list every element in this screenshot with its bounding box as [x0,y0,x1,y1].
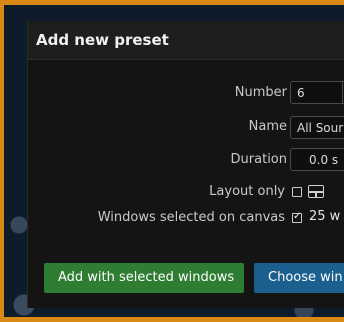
duration-input[interactable]: 0.0 s [290,148,344,171]
choose-windows-button[interactable]: Choose win [254,263,344,293]
add-with-selected-windows-button[interactable]: Add with selected windows [44,263,244,293]
number-value: 6 [297,86,305,100]
number-label: Number [234,85,287,100]
name-label: Name [248,119,287,134]
duration-label: Duration [230,152,287,167]
windows-selected-count: 25 w [309,209,341,224]
add-preset-dialog: Add new preset Number 6 Name All Sour Du… [27,21,344,308]
name-value: All Sour [297,121,344,135]
duration-value: 0.0 s [309,153,339,167]
layout-icon [308,185,324,198]
dialog-title: Add new preset [36,31,169,49]
layout-only-checkbox[interactable] [292,187,302,197]
windows-selected-checkbox[interactable] [292,211,302,223]
name-input[interactable]: All Sour [290,116,344,139]
number-input[interactable]: 6 [290,81,344,104]
number-stepper-divider [342,82,343,103]
layout-only-label: Layout only [209,184,285,199]
dialog-header: Add new preset [28,21,344,60]
windows-selected-label: Windows selected on canvas [97,210,285,225]
